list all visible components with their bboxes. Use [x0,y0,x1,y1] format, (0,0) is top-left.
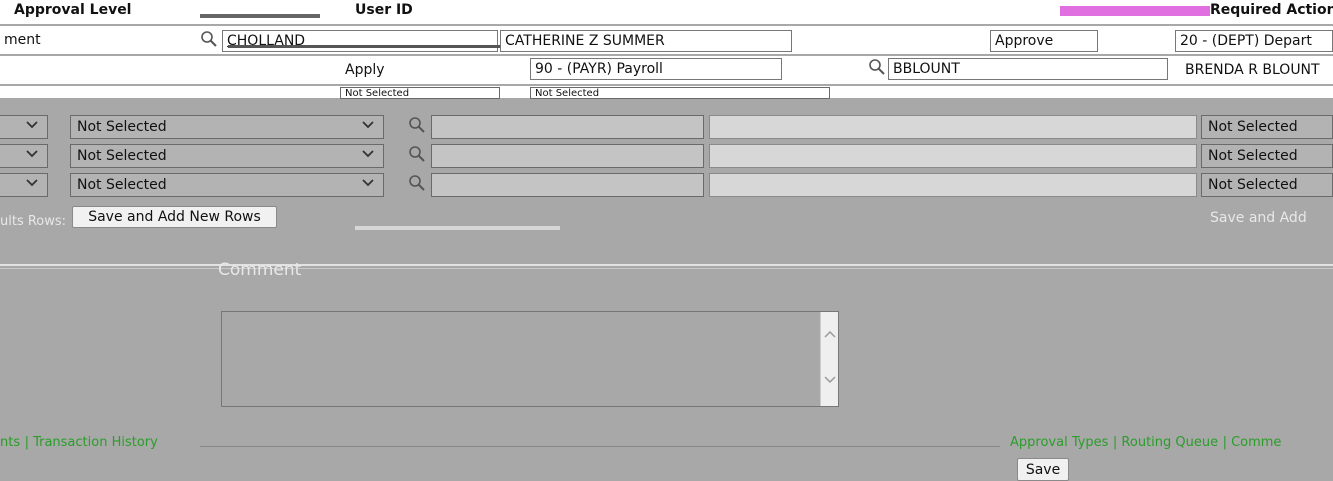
row3-select-b-label: Not Selected [535,87,600,99]
comment-textarea[interactable] [221,311,839,407]
row1-user-lookup-icon[interactable] [200,30,218,48]
new-row-lookup-icon[interactable] [408,174,426,192]
comment-scrollbar[interactable] [820,312,838,406]
header-approval-level: Approval Level [14,2,132,18]
row3-select-b[interactable]: Not Selected [530,87,830,99]
footer-divider [200,446,1000,447]
separator-line [0,264,1333,266]
scroll-up-icon[interactable] [821,326,839,344]
new-row-lookup-icon[interactable] [408,116,426,134]
row2-user-id-field[interactable]: BBLOUNT [888,58,1168,80]
new-row-name-field [709,115,1197,139]
footer-left-links: nts | Transaction History [0,434,300,452]
new-row-status-select[interactable]: Not Selected [1201,115,1333,139]
header-required-action: Required Action [1210,2,1333,18]
footer-right-links: Approval Types | Routing Queue | Comme [1010,434,1333,452]
new-row-lookup-icon[interactable] [408,145,426,163]
header-pink-accent [1060,6,1210,16]
new-row-select-label: Not Selected [77,119,167,135]
scroll-down-icon[interactable] [821,370,839,388]
row2-user-lookup-icon[interactable] [868,58,886,76]
chevron-down-icon [23,176,41,194]
chevron-down-icon [359,176,377,194]
new-row-select[interactable]: Not Selected [70,115,384,139]
save-button[interactable]: Save [1017,458,1069,481]
footer-link-comments[interactable]: Comme [1231,435,1281,450]
new-row-id-input[interactable] [431,173,704,197]
save-and-add-right-button[interactable]: Save and Add [1210,210,1333,228]
footer-link-approval-types[interactable]: Approval Types [1010,435,1108,450]
new-row-status-label: Not Selected [1208,148,1298,164]
new-row-status-select[interactable]: Not Selected [1201,173,1333,197]
row1-action-field[interactable]: Approve [990,30,1098,52]
footer-link-transaction-history[interactable]: Transaction History [33,435,158,450]
new-row-status-label: Not Selected [1208,177,1298,193]
row3-select-a[interactable]: Not Selected [340,87,500,99]
new-row-status-label: Not Selected [1208,119,1298,135]
new-row-id-input[interactable] [431,115,704,139]
row3-select-a-label: Not Selected [345,87,410,99]
chevron-down-icon [359,118,377,136]
header-user-id: User ID [355,2,413,18]
row1-department-fragment: ment [4,32,41,48]
new-row-type-select[interactable] [0,173,48,197]
footer-link-separator: | [24,435,34,450]
separator-line [0,268,1333,269]
row1-user-id-field[interactable]: CHOLLAND [222,30,498,52]
new-row-name-field [709,144,1197,168]
chevron-down-icon [359,147,377,165]
row1-user-name-field: CATHERINE Z SUMMER [500,30,792,52]
new-row-id-input[interactable] [431,144,704,168]
save-and-add-new-rows-button[interactable]: Save and Add New Rows [72,206,277,228]
chevron-down-icon [23,118,41,136]
row2-department-field[interactable]: 90 - (PAYR) Payroll [530,58,782,80]
new-row-select-label: Not Selected [77,148,167,164]
header-divider-1 [200,14,320,18]
new-row-type-select[interactable] [0,115,48,139]
footer-link-separator: | [1222,435,1232,450]
chevron-down-icon [23,147,41,165]
row2-user-name: BRENDA R BLOUNT [1185,62,1320,78]
new-row-name-field [709,173,1197,197]
new-row-select-label: Not Selected [77,177,167,193]
footer-link-fragment[interactable]: nts [0,435,20,450]
new-row-select[interactable]: Not Selected [70,144,384,168]
row2-action[interactable]: Apply [345,62,415,82]
new-row-select[interactable]: Not Selected [70,173,384,197]
row1-department-field[interactable]: 20 - (DEPT) Depart [1175,30,1333,52]
comment-label: Comment [218,260,302,280]
action-divider [355,226,560,230]
new-row-type-select[interactable] [0,144,48,168]
footer-link-routing-queue[interactable]: Routing Queue [1121,435,1218,450]
new-row-status-select[interactable]: Not Selected [1201,144,1333,168]
